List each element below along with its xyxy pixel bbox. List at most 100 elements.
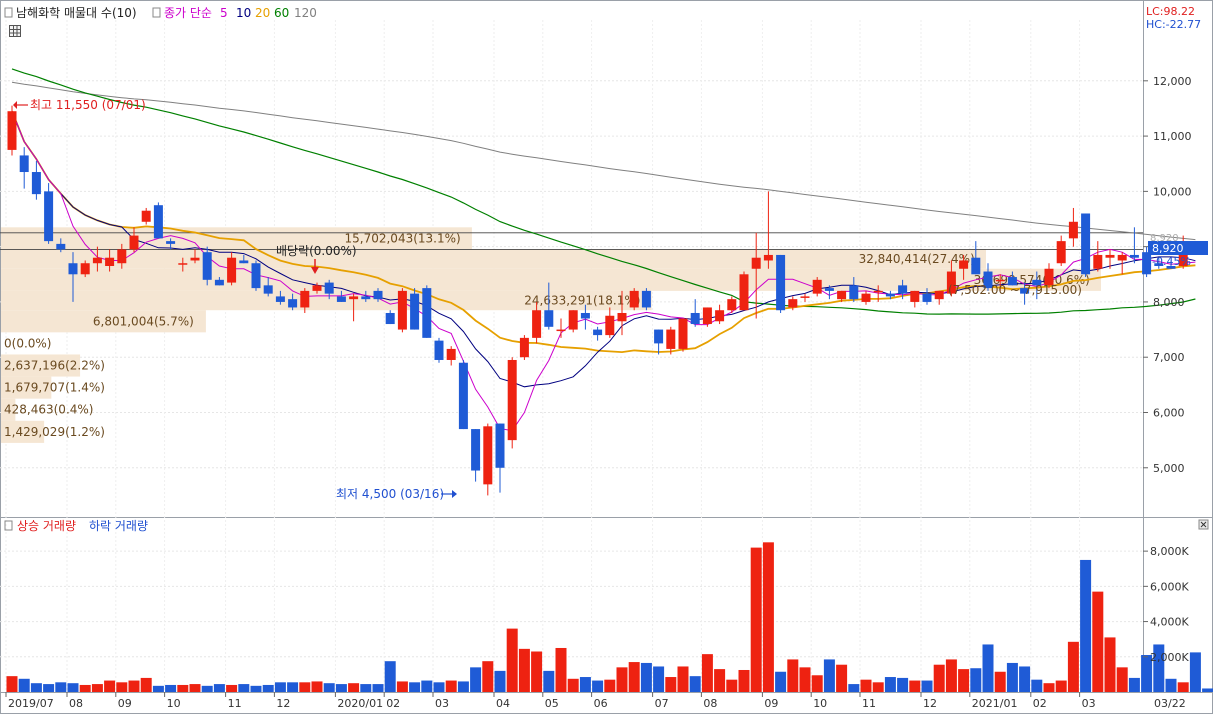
volume-bar: [1067, 641, 1079, 692]
candle-body: [227, 257, 237, 283]
volume-profile-label: 428,463(0.4%): [4, 403, 93, 417]
volume-down-label[interactable]: 하락 거래량: [89, 519, 148, 533]
volume-bar: [226, 684, 238, 692]
candle-body: [1117, 254, 1127, 261]
x-tick-label: 03: [1082, 697, 1096, 710]
candle-body: [349, 296, 359, 300]
volume-bar: [628, 662, 640, 692]
candle-body: [739, 274, 749, 311]
candle-body: [727, 299, 737, 311]
high-marker: 최고 11,550 (07/01): [13, 98, 146, 112]
candle-body: [105, 257, 115, 266]
volume-bar: [1128, 677, 1140, 692]
stock-chart: 15,702,043(13.1%)32,840,414(27.4%)36,698…: [0, 0, 1213, 714]
volume-bar: [848, 684, 860, 692]
current-change: -0.45%: [1152, 255, 1191, 268]
volume-bar: [445, 680, 457, 692]
volume-bar: [470, 667, 482, 692]
candle-body: [580, 312, 590, 319]
candle-body: [19, 155, 29, 173]
candle-body: [824, 288, 834, 291]
volume-bar: [104, 680, 116, 692]
volume-bar: [457, 681, 469, 692]
table-icon[interactable]: [9, 25, 21, 37]
volume-bar: [1189, 652, 1201, 692]
candle-body: [788, 299, 798, 308]
volume-profile-label: 6,801,004(5.7%): [93, 314, 194, 328]
price-tick-label: 8,000: [1153, 296, 1185, 309]
candle-body: [68, 263, 78, 275]
volume-bar: [616, 667, 628, 692]
x-tick-label: 2021/01: [972, 697, 1018, 710]
volume-bar: [91, 684, 103, 692]
candle-body: [1081, 213, 1091, 275]
x-tick-label: 03: [435, 697, 449, 710]
price-tick-label: 5,000: [1153, 462, 1185, 475]
volume-bar: [372, 684, 384, 692]
x-tick-label: 12: [923, 697, 937, 710]
candle-body: [336, 296, 346, 302]
candle-body: [166, 241, 176, 244]
volume-bar: [909, 680, 921, 692]
volume-bar: [348, 683, 360, 692]
volume-bar: [555, 647, 567, 692]
volume-bar: [726, 679, 738, 692]
candle-body: [605, 315, 615, 336]
candle-body: [300, 290, 310, 308]
candle-body: [715, 310, 725, 322]
volume-bar: [738, 669, 750, 692]
candle-body: [373, 290, 383, 300]
close-icon[interactable]: [1198, 519, 1209, 530]
volume-tick-label: 2,000K: [1150, 651, 1189, 664]
ma-period-120[interactable]: 120: [294, 6, 317, 20]
candle-body: [458, 362, 468, 430]
volume-up-label[interactable]: 상승 거래량: [17, 519, 76, 533]
volume-bar: [1006, 662, 1018, 692]
volume-bar: [189, 684, 201, 692]
candle-body: [129, 235, 139, 250]
volume-bar: [970, 668, 982, 692]
x-tick-label: 05: [545, 697, 559, 710]
ma-label[interactable]: 종가 단순: [164, 6, 212, 20]
candle-body: [593, 329, 603, 336]
volume-profile-label: 24,633,291(18.1%): [524, 294, 640, 308]
candle-body: [56, 243, 66, 250]
candle-body: [471, 429, 481, 471]
volume-profile-label: 1,679,707(1.4%): [4, 381, 105, 395]
volume-bar: [1165, 678, 1177, 692]
volume-bar: [1177, 682, 1189, 692]
ma-period-5[interactable]: 5: [220, 6, 228, 20]
candle-body: [251, 263, 261, 289]
volume-bar: [982, 644, 994, 692]
volume-bar: [152, 685, 164, 692]
volume-bar: [30, 683, 42, 692]
volume-bar: [689, 676, 701, 692]
ma-period-60[interactable]: 60: [274, 6, 289, 20]
x-tick-label: 09: [764, 697, 778, 710]
volume-profile-label: 2,637,196(2.2%): [4, 359, 105, 373]
candle-body: [214, 279, 224, 286]
volume-bar: [1019, 666, 1031, 692]
indicator-title[interactable]: 남해화학 매물대 수(10): [16, 6, 137, 20]
volume-bar: [897, 677, 909, 692]
candle-body: [80, 263, 90, 275]
candle-body: [7, 111, 17, 150]
volume-bar: [1116, 667, 1128, 692]
candle-body: [153, 205, 163, 239]
volume-bar: [1202, 688, 1213, 692]
volume-bar: [213, 684, 225, 692]
candle-body: [44, 191, 54, 242]
candle-body: [910, 290, 920, 302]
volume-bar: [140, 677, 152, 692]
volume-bar: [640, 662, 652, 692]
volume-tick-label: 8,000K: [1150, 545, 1189, 558]
x-tick-label: 10: [813, 697, 827, 710]
volume-bar: [994, 671, 1006, 692]
ma-period-20[interactable]: 20: [255, 6, 270, 20]
volume-bar: [762, 542, 774, 692]
volume-bar: [1092, 591, 1104, 692]
x-tick-label: 02: [1033, 697, 1047, 710]
price-tick-label: 10,000: [1153, 185, 1192, 198]
candle-body: [507, 359, 517, 441]
ma-period-10[interactable]: 10: [236, 6, 251, 20]
